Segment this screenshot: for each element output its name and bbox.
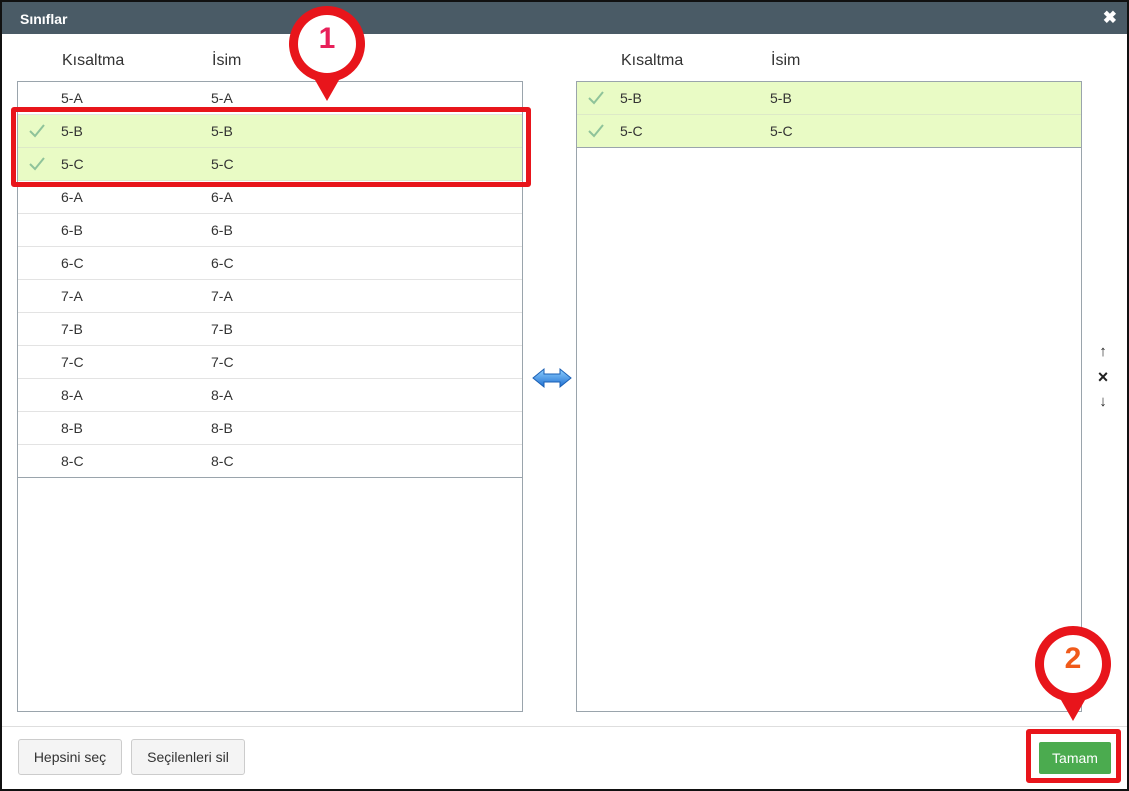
cell-name: 6-B — [211, 222, 233, 238]
table-row[interactable]: 7-A 7-A — [18, 280, 522, 313]
highlight-selected-rows — [11, 107, 531, 187]
table-row[interactable]: 7-C 7-C — [18, 346, 522, 379]
step-1-marker: 1 — [285, 4, 369, 104]
cell-abbr: 5-A — [61, 90, 83, 106]
check-icon — [587, 123, 604, 139]
delete-selected-button[interactable]: Seçilenleri sil — [131, 739, 245, 775]
left-header-abbr[interactable]: Kısaltma — [62, 52, 124, 70]
cell-name: 5-A — [211, 90, 233, 106]
right-header-name[interactable]: İsim — [771, 52, 800, 70]
dialog-titlebar: Sınıflar ✖ — [2, 2, 1127, 34]
cell-abbr: 6-C — [61, 255, 84, 271]
step-2-number: 2 — [1064, 642, 1082, 675]
step-2-marker: 2 — [1031, 624, 1115, 724]
table-row[interactable]: 8-A 8-A — [18, 379, 522, 412]
cell-name: 5-C — [770, 123, 793, 139]
cell-name: 8-B — [211, 420, 233, 436]
arrow-up-icon[interactable]: ↑ — [1093, 343, 1113, 360]
table-row[interactable]: 8-B 8-B — [18, 412, 522, 445]
right-header-abbr[interactable]: Kısaltma — [621, 52, 683, 70]
cell-name: 8-C — [211, 453, 234, 469]
table-row[interactable]: 8-C 8-C — [18, 445, 522, 478]
cell-abbr: 8-A — [61, 387, 83, 403]
cell-abbr: 5-C — [620, 123, 643, 139]
cell-abbr: 8-C — [61, 453, 84, 469]
cell-name: 6-A — [211, 189, 233, 205]
cell-name: 7-C — [211, 354, 234, 370]
arrow-down-icon[interactable]: ↓ — [1093, 393, 1113, 410]
step-1-number: 1 — [318, 22, 336, 55]
selected-list[interactable]: 5-B 5-B 5-C 5-C — [576, 81, 1082, 712]
swap-arrows-icon[interactable] — [531, 366, 573, 390]
table-row[interactable]: 5-C 5-C — [577, 115, 1081, 148]
cell-abbr: 7-A — [61, 288, 83, 304]
cell-name: 7-A — [211, 288, 233, 304]
close-icon[interactable]: ✖ — [1103, 8, 1117, 28]
cell-name: 6-C — [211, 255, 234, 271]
table-row[interactable]: 7-B 7-B — [18, 313, 522, 346]
cell-name: 8-A — [211, 387, 233, 403]
remove-icon[interactable]: × — [1093, 367, 1113, 388]
cell-abbr: 6-A — [61, 189, 83, 205]
table-row[interactable]: 5-B 5-B — [577, 82, 1081, 115]
cell-abbr: 8-B — [61, 420, 83, 436]
cell-abbr: 5-B — [620, 90, 642, 106]
table-row[interactable]: 6-B 6-B — [18, 214, 522, 247]
cell-abbr: 6-B — [61, 222, 83, 238]
highlight-ok-button — [1026, 729, 1121, 783]
cell-abbr: 7-C — [61, 354, 84, 370]
select-all-button[interactable]: Hepsini seç — [18, 739, 122, 775]
left-header-name[interactable]: İsim — [212, 52, 241, 70]
cell-name: 5-B — [770, 90, 792, 106]
dialog-title: Sınıflar — [20, 11, 68, 27]
cell-abbr: 7-B — [61, 321, 83, 337]
check-icon — [587, 90, 604, 106]
table-row[interactable]: 6-C 6-C — [18, 247, 522, 280]
cell-name: 7-B — [211, 321, 233, 337]
footer-divider — [2, 726, 1127, 727]
